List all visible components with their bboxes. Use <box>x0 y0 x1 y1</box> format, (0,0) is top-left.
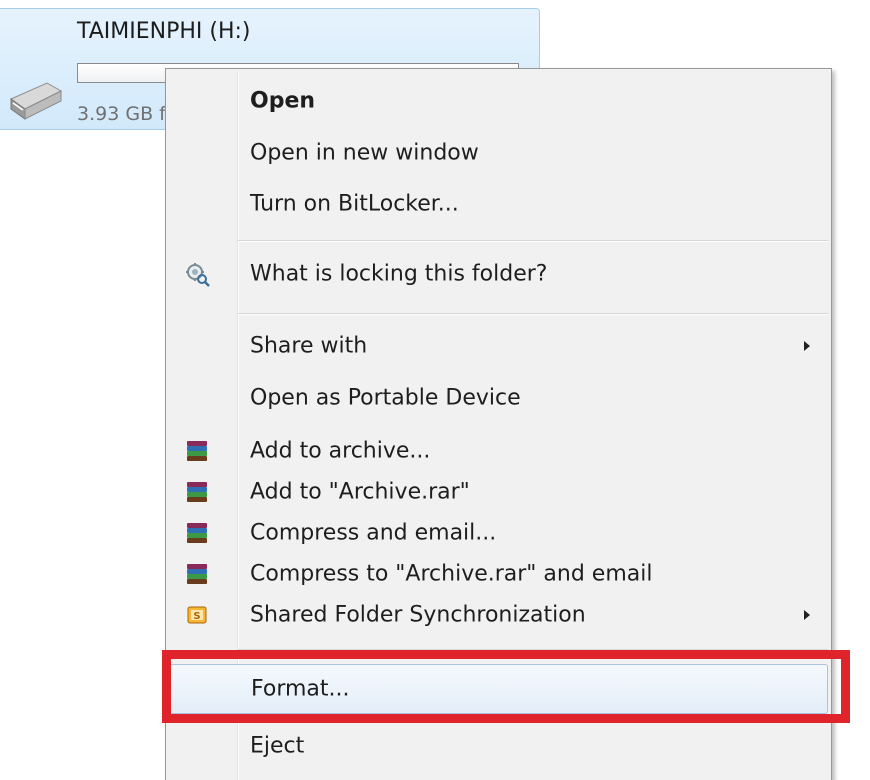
winrar-icon <box>187 441 207 461</box>
menu-item-label: Open <box>250 88 316 114</box>
menu-separator <box>238 240 828 242</box>
menu-item-label: Eject <box>250 733 305 759</box>
svg-text:S: S <box>193 611 200 622</box>
usb-drive-icon <box>9 82 63 120</box>
menu-item-what-is-locking[interactable]: What is locking this folder? <box>169 253 828 295</box>
menu-item-add-to-archive[interactable]: Add to archive... <box>169 430 828 472</box>
menu-item-open-as-portable-device[interactable]: Open as Portable Device <box>169 377 828 419</box>
menu-item-label: Add to archive... <box>250 438 431 464</box>
magnifier-gear-icon <box>186 263 210 287</box>
winrar-icon <box>187 482 207 502</box>
annotation-highlight-box <box>162 650 850 723</box>
menu-item-add-to-archive-rar[interactable]: Add to "Archive.rar" <box>169 471 828 513</box>
submenu-arrow-icon <box>804 610 810 620</box>
sync-s-icon: S <box>187 606 207 624</box>
menu-item-open-in-new-window[interactable]: Open in new window <box>169 132 828 174</box>
menu-item-label: What is locking this folder? <box>250 261 548 287</box>
menu-item-shared-folder-sync[interactable]: S Shared Folder Synchronization <box>169 594 828 636</box>
menu-item-compress-and-email[interactable]: Compress and email... <box>169 512 828 554</box>
menu-item-label: Open in new window <box>250 140 479 166</box>
menu-item-label: Shared Folder Synchronization <box>250 602 586 628</box>
menu-item-label: Turn on BitLocker... <box>250 191 459 217</box>
menu-separator <box>238 313 828 315</box>
menu-item-label: Share with <box>250 333 368 359</box>
menu-item-label: Compress to "Archive.rar" and email <box>250 561 653 587</box>
menu-item-eject[interactable]: Eject <box>169 725 828 767</box>
winrar-icon <box>187 564 207 584</box>
menu-item-label: Compress and email... <box>250 520 497 546</box>
drive-name: TAIMIENPHI (H:) <box>77 19 251 44</box>
submenu-arrow-icon <box>804 341 810 351</box>
winrar-icon <box>187 523 207 543</box>
menu-item-label: Add to "Archive.rar" <box>250 479 470 505</box>
menu-item-label: Open as Portable Device <box>250 385 521 411</box>
menu-item-share-with[interactable]: Share with <box>169 325 828 367</box>
menu-item-compress-to-archive-and-email[interactable]: Compress to "Archive.rar" and email <box>169 553 828 595</box>
menu-item-open[interactable]: Open <box>169 80 828 122</box>
menu-item-turn-on-bitlocker[interactable]: Turn on BitLocker... <box>169 183 828 225</box>
